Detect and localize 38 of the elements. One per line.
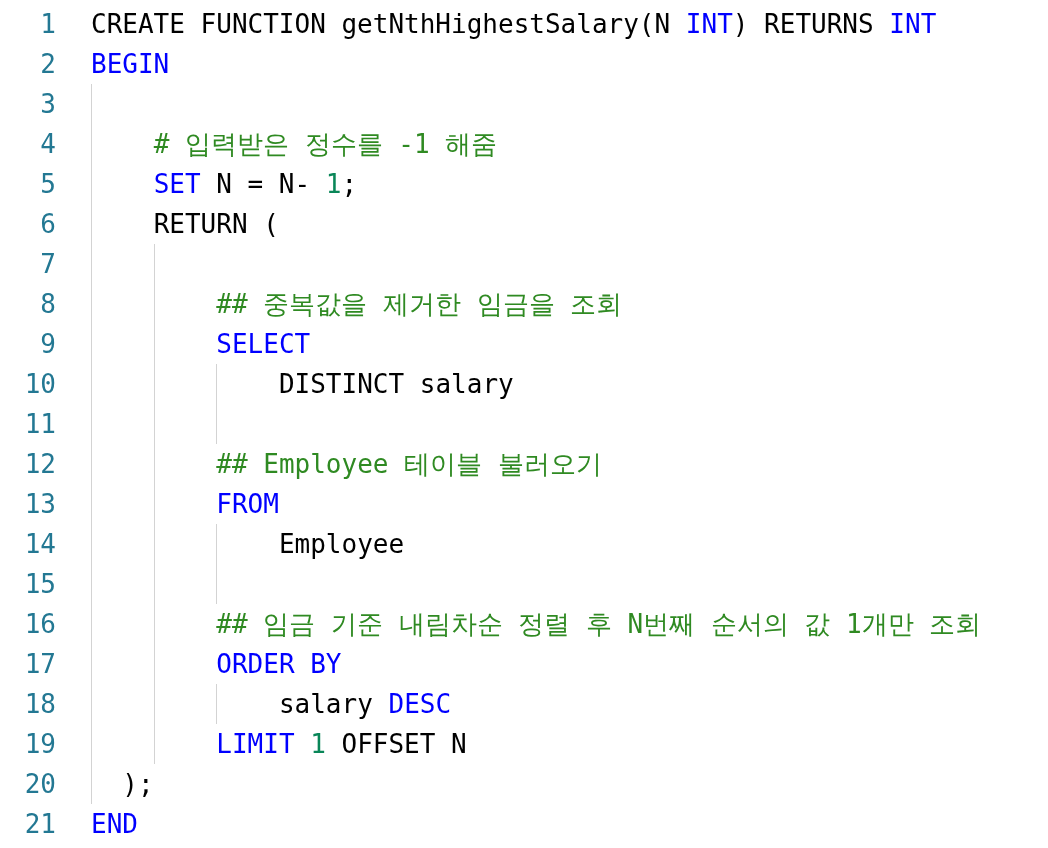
line-number: 15 <box>23 569 56 599</box>
line-number: 2 <box>39 49 56 79</box>
line-number: 12 <box>23 449 56 479</box>
code-line: ## Employee 테이블 불러오기 <box>216 447 602 481</box>
code-line: LIMIT 1 OFFSET N <box>216 729 467 759</box>
line-number: 14 <box>23 529 56 559</box>
code-line: salary DESC <box>278 689 452 719</box>
line-number: 1 <box>39 9 56 39</box>
code-line: SET N = N- 1; <box>153 169 358 199</box>
line-number: 8 <box>39 289 56 319</box>
code-line: ); <box>122 769 154 799</box>
code-line: ## 임금 기준 내림차순 정렬 후 N번째 순서의 값 1개만 조회 <box>216 607 982 641</box>
code-line: DISTINCT salary <box>278 369 514 399</box>
code-line: BEGIN <box>91 49 170 79</box>
line-number: 9 <box>39 329 56 359</box>
line-number: 10 <box>23 369 56 399</box>
line-number: 6 <box>39 209 56 239</box>
line-number: 19 <box>23 729 56 759</box>
code-line: # 입력받은 정수를 -1 해줌 <box>153 127 498 161</box>
code-line: RETURN ( <box>153 209 279 239</box>
line-number: 21 <box>23 809 56 839</box>
code-line: FROM <box>216 489 279 519</box>
line-number: 4 <box>39 129 56 159</box>
line-number: 11 <box>23 409 56 439</box>
line-number: 16 <box>23 609 56 639</box>
line-number: 17 <box>23 649 56 679</box>
code-line: Employee <box>278 529 405 559</box>
code-line: END <box>91 809 138 839</box>
line-number: 5 <box>39 169 56 199</box>
line-number: 13 <box>23 489 56 519</box>
line-number: 7 <box>39 249 56 279</box>
line-number: 20 <box>23 769 56 799</box>
line-number: 3 <box>39 89 56 119</box>
code-line: ## 중복값을 제거한 임금을 조회 <box>216 287 623 321</box>
line-number: 18 <box>23 689 56 719</box>
code-line: ORDER BY <box>216 649 342 679</box>
code-line: SELECT <box>216 329 311 359</box>
code-line: CREATE FUNCTION getNthHighestSalary(N INT) RETURNS INT <box>91 9 937 39</box>
